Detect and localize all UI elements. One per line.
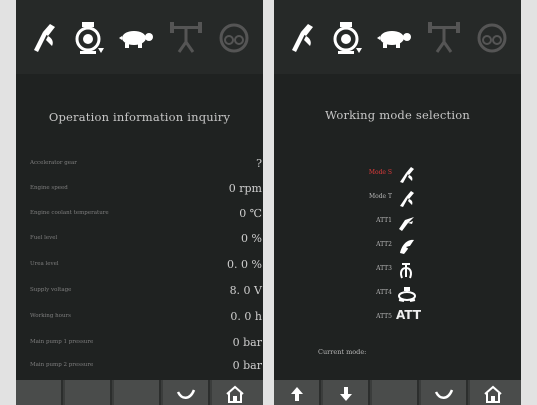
info-value: 0. 0 h — [230, 310, 262, 323]
shovel-icon — [396, 188, 418, 208]
mode-row-att4[interactable]: ATT4 — [334, 283, 454, 305]
top-icon-bar — [274, 0, 521, 74]
info-value: 0 bar — [232, 359, 262, 372]
weight-limit-icon[interactable] — [424, 18, 464, 58]
mode-label: ATT2 — [376, 241, 392, 248]
confirm-button[interactable] — [163, 380, 210, 405]
mode-label: ATT4 — [376, 289, 392, 296]
info-row-working-hours: Working hours 0. 0 h — [30, 308, 262, 328]
info-value: 0 ℃ — [239, 207, 262, 220]
mode-row-s[interactable]: Mode S — [334, 163, 454, 185]
up-arrow-icon — [291, 387, 303, 401]
gear-icon[interactable] — [472, 18, 512, 58]
top-icon-bar — [16, 0, 263, 74]
current-mode-label: Current mode: — [318, 348, 367, 356]
info-label: Fuel level — [30, 235, 58, 241]
mode-label: ATT1 — [376, 217, 392, 224]
down-arrow-icon — [340, 387, 352, 401]
info-value: 0 bar — [232, 336, 262, 349]
home-icon — [484, 385, 502, 403]
shear-icon — [396, 236, 418, 256]
work-mode-icon[interactable] — [282, 18, 322, 58]
info-label: Main pump 2 pressure — [30, 362, 94, 368]
tiltrotator-icon — [396, 284, 418, 304]
info-label: Working hours — [30, 313, 71, 319]
home-button[interactable] — [212, 380, 263, 405]
mode-row-att1[interactable]: ATT1 — [334, 211, 454, 233]
info-value: 8. 0 V — [229, 284, 262, 297]
turtle-slow-icon[interactable] — [116, 18, 156, 58]
info-row-supply-voltage: Supply voltage 8. 0 V — [30, 282, 262, 302]
gear-icon[interactable] — [214, 18, 254, 58]
bottom-button-bar — [16, 380, 263, 405]
mode-row-att3[interactable]: ATT3 — [334, 259, 454, 281]
blank-button-1[interactable] — [16, 380, 63, 405]
info-row-coolant-temperature: Engine coolant temperature 0 ℃ — [30, 205, 262, 225]
home-button[interactable] — [470, 380, 521, 405]
confirm-button[interactable] — [421, 380, 468, 405]
mode-row-t[interactable]: Mode T — [334, 187, 454, 209]
page-title: Working mode selection — [325, 108, 470, 122]
page-title: Operation information inquiry — [48, 110, 231, 124]
shovel-icon — [396, 164, 418, 184]
down-button[interactable] — [323, 380, 370, 405]
working-mode-screen: Working mode selection Mode S Mode T ATT… — [274, 0, 521, 405]
info-row-urea-level: Urea level 0. 0 % — [30, 256, 262, 276]
mode-row-att2[interactable]: ATT2 — [334, 235, 454, 257]
work-mode-icon[interactable] — [24, 18, 64, 58]
info-row-accelerator-gear: Accelerator gear ? — [30, 155, 262, 175]
info-value: 0 rpm — [228, 182, 262, 195]
info-label: Main pump 1 pressure — [30, 339, 94, 345]
info-row-fuel-level: Fuel level 0 % — [30, 230, 262, 250]
turtle-slow-icon[interactable] — [374, 18, 414, 58]
info-label: Supply voltage — [30, 287, 72, 293]
blank-button-3[interactable] — [114, 380, 161, 405]
info-value: 0. 0 % — [227, 258, 262, 271]
engine-filter-icon[interactable] — [68, 18, 108, 58]
operation-info-screen: Operation information inquiry Accelerato… — [16, 0, 263, 405]
confirm-check-icon — [434, 389, 454, 399]
mode-label: Mode T — [368, 193, 392, 200]
mode-row-att5[interactable]: ATT5 ATT — [334, 307, 454, 329]
home-icon — [226, 385, 244, 403]
mode-label: Mode S — [368, 169, 392, 176]
info-label: Accelerator gear — [30, 160, 77, 166]
hammer-icon — [396, 212, 418, 232]
info-row-main-pump-2: Main pump 2 pressure 0 bar — [30, 357, 262, 377]
weight-limit-icon[interactable] — [166, 18, 206, 58]
info-value: 0 % — [241, 232, 262, 245]
info-row-main-pump-1: Main pump 1 pressure 0 bar — [30, 334, 262, 354]
mode-label: ATT5 — [376, 313, 392, 320]
confirm-check-icon — [176, 389, 196, 399]
info-label: Urea level — [30, 261, 59, 267]
bottom-button-bar — [274, 380, 521, 405]
info-label: Engine speed — [30, 185, 68, 191]
info-value: ? — [256, 157, 262, 170]
mode-label: ATT3 — [376, 265, 392, 272]
info-row-engine-speed: Engine speed 0 rpm — [30, 180, 262, 200]
up-button[interactable] — [274, 380, 321, 405]
att-text-icon: ATT — [396, 308, 422, 322]
blank-button[interactable] — [372, 380, 419, 405]
blank-button-2[interactable] — [65, 380, 112, 405]
grapple-icon — [396, 260, 418, 280]
info-label: Engine coolant temperature — [30, 210, 109, 216]
engine-filter-icon[interactable] — [326, 18, 366, 58]
